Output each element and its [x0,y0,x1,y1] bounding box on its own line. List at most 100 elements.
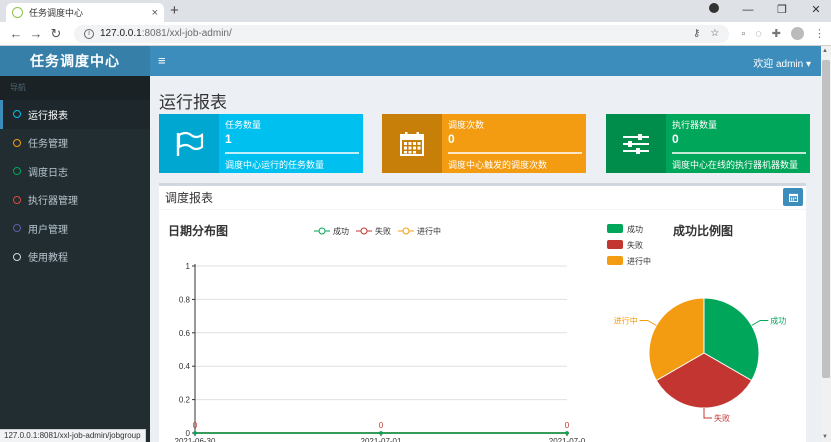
x-tick-label: 2021-07-0 [549,437,586,442]
pie-label-line [751,320,769,326]
sidebar: 导航 运行报表任务管理调度日志执行器管理用户管理使用教程 [0,76,150,442]
x-tick-label: 2021-06-30 [175,437,216,442]
legend-marker [318,227,326,235]
app-logo[interactable]: 任务调度中心 [0,46,150,76]
info-box-desc: 调度中心运行的任务数量 [225,160,325,170]
pie-legend-label: 失败 [627,240,643,250]
line-chart-title: 日期分布图 [168,223,228,238]
circle-icon [13,195,21,204]
y-tick-label: 1 [186,262,191,271]
close-window-button[interactable]: ✕ [809,3,823,16]
data-point [379,431,383,435]
reload-button[interactable]: ↻ [46,26,66,42]
pie-label-line [639,320,657,326]
info-box-value: 0 [448,132,455,146]
legend-label: 成功 [333,226,349,236]
page-scrollbar[interactable]: ▲ ▼ [821,46,831,442]
extension-icon-2[interactable]: ◌ [755,28,762,40]
window-controls: — ❐ ✕ [707,3,823,16]
sidebar-item[interactable]: 任务管理 [0,129,150,158]
legend-label: 失败 [375,226,391,236]
main-content: 运行报表 任务数量 1 调度中心运行的任务数量 调度次数 0 调度中心触发的调度次数 执行器… [150,76,821,442]
puzzle-icon[interactable]: ✚ [772,27,781,40]
profile-avatar[interactable] [791,27,804,40]
y-tick-label: 0.6 [179,329,191,338]
scroll-up-icon[interactable]: ▲ [822,48,828,54]
pie-slice-label: 成功 [770,316,786,326]
progress-bar [672,152,806,154]
pie-legend-swatch [607,240,623,249]
sidebar-item-label: 调度日志 [28,167,68,179]
info-box-label: 执行器数量 [672,120,718,130]
url-path: :8081/xxl-job-admin/ [141,28,232,39]
tab-close-icon[interactable]: × [152,7,158,19]
x-tick-label: 2021-07-01 [361,437,402,442]
browser-menu-icon[interactable]: ⋮ [814,27,825,40]
info-box: 任务数量 1 调度中心运行的任务数量 [159,114,363,173]
back-button[interactable]: ← [6,26,26,41]
info-box-desc: 调度中心触发的调度次数 [448,160,548,170]
y-tick-label: 0.2 [179,396,191,405]
circle-icon [13,110,21,119]
app-container: 任务调度中心 ≡ 欢迎 admin ▾ ▲ ▼ 导航 运行报表 任务管理 调度日志执… [0,46,831,442]
sidebar-item-label: 使用教程 [28,253,68,265]
status-url: 127.0.0.1:8081/xxl-job-admin/jobgroup [0,429,146,442]
user-menu[interactable]: 欢迎 admin ▾ [753,55,811,70]
sidebar-item[interactable]: 调度日志 [0,157,150,186]
data-point [565,431,569,435]
sidebar-header: 导航 [0,76,150,100]
pie-label-line [703,408,712,419]
scroll-down-icon[interactable]: ▼ [822,434,828,440]
circle-icon [13,138,21,147]
sidebar-item-label: 任务管理 [28,139,68,151]
sidebar-toggle-icon[interactable]: ≡ [158,53,166,68]
forward-button[interactable]: → [26,26,46,41]
legend-marker [402,227,410,235]
circle-icon [13,224,21,233]
new-tab-button[interactable]: + [170,2,179,19]
sidebar-item-label: 执行器管理 [28,196,78,208]
scroll-thumb[interactable] [822,60,830,378]
extension-icon[interactable]: ▫ [741,28,745,40]
flag-icon [159,114,219,173]
key-icon[interactable]: ⚷ [693,28,700,39]
pie-legend-swatch [607,224,623,233]
pie-legend-label: 成功 [627,224,643,234]
info-box: 执行器数量 0 调度中心在线的执行器机器数量 [606,114,810,173]
pie-chart-title: 成功比例图 [673,223,733,238]
minimize-button[interactable]: — [741,4,755,16]
data-point [193,431,197,435]
legend-label: 进行中 [417,226,441,236]
pie-slice-label: 失败 [714,413,730,423]
legend-marker [360,227,368,235]
sidebar-item[interactable]: 运行报表 [0,100,150,129]
url-input[interactable]: i 127.0.0.1:8081/xxl-job-admin/ ⚷ ☆ [74,24,730,43]
sidebar-item-label: 用户管理 [28,224,68,236]
progress-bar [448,152,582,154]
progress-bar [225,152,359,154]
sidebar-item[interactable]: 使用教程 [0,243,150,272]
info-box-label: 调度次数 [448,120,485,130]
y-tick-label: 0.8 [179,295,191,304]
site-info-icon[interactable]: i [84,28,94,39]
sidebar-item[interactable]: 执行器管理 [0,186,150,215]
pie-legend-label: 进行中 [627,256,651,266]
info-box-label: 任务数量 [225,120,262,130]
maximize-button[interactable]: ❐ [775,3,789,16]
data-label: 0 [379,421,384,430]
calendar-icon [382,114,442,173]
browser-tab[interactable]: 任务调度中心 × [6,3,164,22]
favicon-icon [12,7,23,18]
top-navbar: ≡ 欢迎 admin ▾ [150,46,821,76]
address-bar: ← → ↻ i 127.0.0.1:8081/xxl-job-admin/ ⚷ … [0,22,831,46]
bookmark-star-icon[interactable]: ☆ [710,28,719,39]
pie-legend-swatch [607,256,623,265]
data-label: 0 [565,421,570,430]
sidebar-item-label: 运行报表 [28,110,68,122]
record-icon[interactable] [707,3,721,16]
sliders-icon [606,114,666,173]
info-box-value: 1 [225,132,232,146]
circle-icon [13,252,21,261]
info-box: 调度次数 0 调度中心触发的调度次数 [382,114,586,173]
sidebar-item[interactable]: 用户管理 [0,214,150,243]
